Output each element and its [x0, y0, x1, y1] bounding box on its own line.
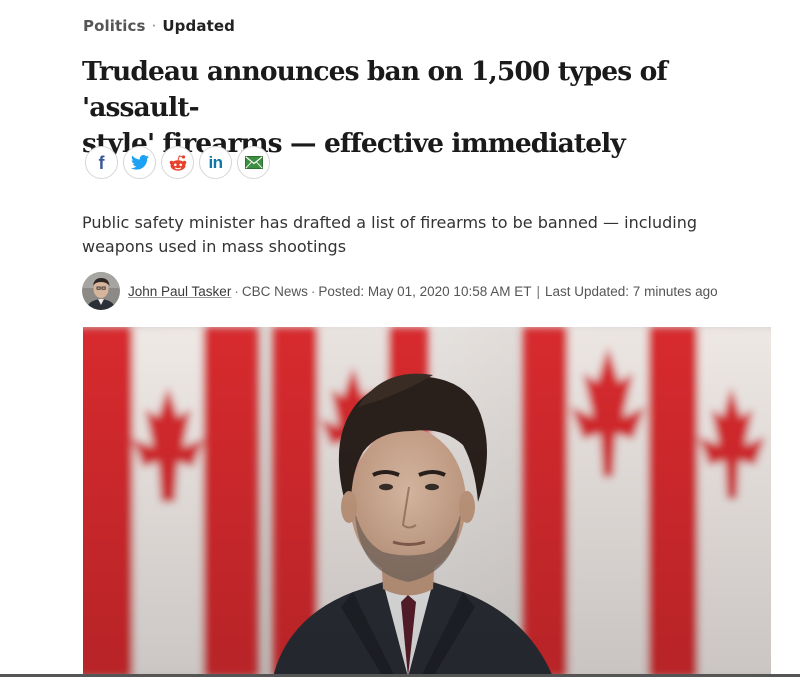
category-link[interactable]: Politics: [83, 17, 146, 35]
linkedin-share-button[interactable]: in: [199, 146, 232, 179]
byline-divider: |: [536, 283, 540, 299]
byline: John Paul Tasker · CBC News · Posted: Ma…: [82, 272, 718, 310]
article-deck: Public safety minister has drafted a lis…: [82, 211, 722, 259]
deck-line-2: weapons used in mass shootings: [82, 237, 347, 256]
hero-image[interactable]: [83, 327, 771, 677]
hero-photo: [83, 327, 771, 677]
reddit-icon: [169, 154, 186, 171]
article: Politics · Updated Trudeau announces ban o…: [82, 0, 772, 677]
author-name-link[interactable]: John Paul Tasker: [128, 284, 231, 299]
byline-source: CBC News: [241, 283, 308, 299]
share-buttons: f in: [85, 146, 270, 179]
headline-line-1: Trudeau announces ban on 1,500 types of …: [82, 56, 668, 123]
article-kicker: Politics · Updated: [83, 17, 235, 35]
twitter-icon: [130, 155, 149, 170]
email-share-button[interactable]: [237, 146, 270, 179]
byline-dot-2: ·: [310, 283, 316, 299]
kicker-separator: ·: [151, 17, 157, 35]
deck-line-1: Public safety minister has drafted a lis…: [82, 213, 697, 232]
updated-timestamp: Last Updated: 7 minutes ago: [545, 283, 718, 299]
email-icon: [244, 156, 263, 169]
posted-timestamp: Posted: May 01, 2020 10:58 AM ET: [318, 283, 532, 299]
byline-dot: ·: [234, 283, 239, 299]
twitter-share-button[interactable]: [123, 146, 156, 179]
facebook-icon: f: [98, 152, 105, 173]
facebook-share-button[interactable]: f: [85, 146, 118, 179]
linkedin-icon: in: [208, 153, 223, 172]
reddit-share-button[interactable]: [161, 146, 194, 179]
updated-label: Updated: [162, 17, 235, 35]
author-avatar[interactable]: [82, 272, 120, 310]
